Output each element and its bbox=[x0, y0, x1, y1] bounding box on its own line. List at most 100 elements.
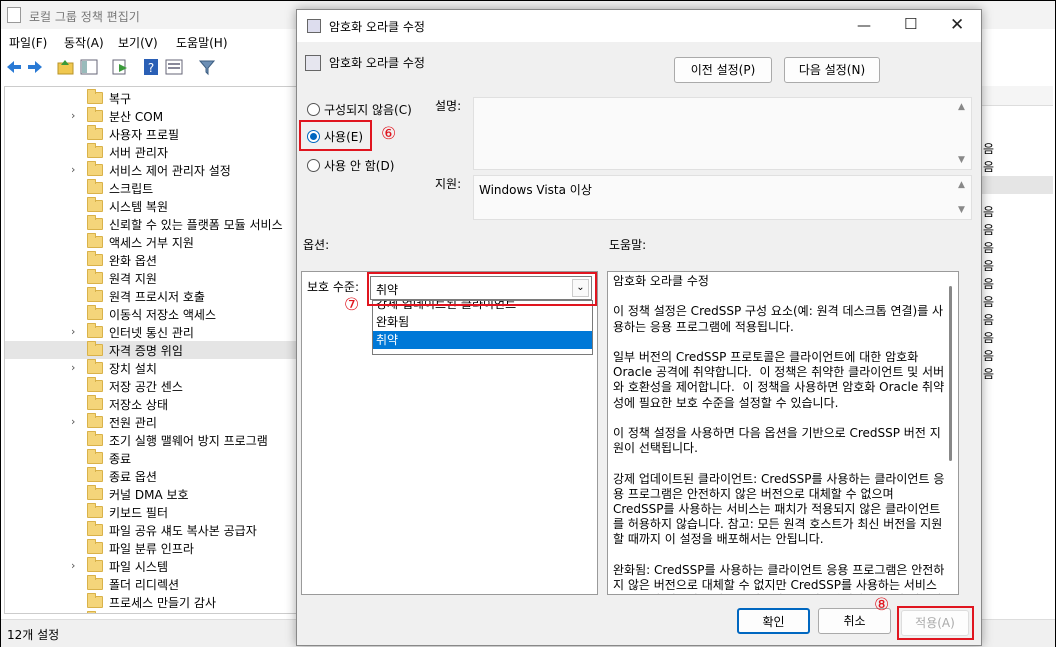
help-scrollbar[interactable] bbox=[944, 272, 958, 594]
tree-item-label: 폴더 리디렉션 bbox=[109, 578, 180, 592]
tree-item-label: 원격 프로시저 호출 bbox=[109, 290, 205, 304]
tree-item[interactable]: 원격 지원 bbox=[5, 269, 297, 287]
tree-item-label: 커널 DMA 보호 bbox=[109, 488, 189, 502]
tree-item-label: 서버 관리자 bbox=[109, 146, 169, 160]
options-label: 옵션: bbox=[303, 238, 330, 252]
tree-item[interactable]: 신뢰할 수 있는 플랫폼 모듈 서비스 bbox=[5, 215, 297, 233]
tree-item[interactable]: 자격 증명 위임 bbox=[5, 341, 297, 359]
tree-item[interactable]: › 전원 관리 bbox=[5, 413, 297, 431]
tree-item[interactable]: › 장치 설치 bbox=[5, 359, 297, 377]
tree-item-label: 저장 공간 센스 bbox=[109, 380, 183, 394]
tree-item[interactable]: › 파일 시스템 bbox=[5, 557, 297, 575]
tree-item-label: 파일 분류 인프라 bbox=[109, 542, 194, 556]
dialog-header-title: 암호화 오라클 수정 bbox=[329, 56, 425, 70]
menu-view[interactable]: 보기(V) bbox=[118, 34, 158, 51]
chevron-right-icon[interactable]: › bbox=[71, 361, 75, 374]
radio-disabled[interactable] bbox=[307, 159, 320, 172]
tree-item[interactable]: 사용자 프로필 bbox=[5, 125, 297, 143]
tree-item-label: 시작 메뉴 및 작업 표시줄 bbox=[109, 612, 235, 613]
previous-setting-button[interactable]: 이전 설정(P) bbox=[674, 57, 772, 83]
tree-item-label: 스크립트 bbox=[109, 182, 154, 196]
next-setting-button[interactable]: 다음 설정(N) bbox=[784, 57, 880, 83]
tree-item[interactable]: 스크립트 bbox=[5, 179, 297, 197]
filter-icon[interactable] bbox=[198, 58, 216, 76]
settings-list-state-cell: 음 bbox=[983, 241, 995, 255]
tree-item[interactable]: 완화 옵션 bbox=[5, 251, 297, 269]
tree-item[interactable]: 이동식 저장소 액세스 bbox=[5, 305, 297, 323]
folder-icon bbox=[87, 377, 103, 392]
tree-item-label: 전원 관리 bbox=[109, 416, 157, 430]
dropdown-option-mitigated[interactable]: 완화됨 bbox=[373, 313, 592, 331]
tree-item[interactable]: 원격 프로시저 호출 bbox=[5, 287, 297, 305]
comment-scrollbar[interactable]: ▲ ▼ bbox=[956, 99, 970, 168]
close-button[interactable]: ✕ bbox=[950, 15, 964, 35]
toolbar: ? bbox=[1, 55, 301, 79]
chevron-right-icon[interactable]: › bbox=[71, 325, 75, 338]
comment-field[interactable]: ▲ ▼ bbox=[473, 97, 972, 170]
tree-item[interactable]: 종료 옵션 bbox=[5, 467, 297, 485]
tree-item-label: 시스템 복원 bbox=[109, 200, 169, 214]
supported-on-label: 지원: bbox=[435, 177, 462, 191]
tree-item[interactable]: 저장소 상태 bbox=[5, 395, 297, 413]
tree-item[interactable]: 키보드 필터 bbox=[5, 503, 297, 521]
up-folder-icon[interactable] bbox=[57, 58, 75, 76]
tree-item[interactable]: 파일 공유 섀도 복사본 공급자 bbox=[5, 521, 297, 539]
folder-icon bbox=[87, 143, 103, 158]
highlight-box-enabled bbox=[299, 120, 372, 151]
folder-icon bbox=[87, 485, 103, 500]
folder-icon bbox=[87, 197, 103, 212]
tree-item-label: 파일 시스템 bbox=[109, 560, 169, 574]
chevron-right-icon[interactable]: › bbox=[71, 613, 75, 614]
tree-item[interactable]: 시스템 복원 bbox=[5, 197, 297, 215]
tree-item[interactable]: 프로세스 만들기 감사 bbox=[5, 593, 297, 611]
tree-item-label: 장치 설치 bbox=[109, 362, 157, 376]
policy-tree[interactable]: 복구 › 분산 COM 사용자 프로필서버 관리자 › 서비스 제어 관리자 설정스크립트… bbox=[4, 86, 298, 614]
ok-button[interactable]: 확인 bbox=[737, 608, 810, 634]
tree-item-label: 종료 옵션 bbox=[109, 470, 157, 484]
tree-item[interactable]: 종료 bbox=[5, 449, 297, 467]
tree-item[interactable]: 액세스 거부 지원 bbox=[5, 233, 297, 251]
settings-list-state-cell: 음 bbox=[983, 367, 995, 381]
tree-item[interactable]: › 분산 COM bbox=[5, 107, 297, 125]
tree-item[interactable]: › 인터넷 통신 관리 bbox=[5, 323, 297, 341]
dropdown-option-vulnerable[interactable]: 취약 bbox=[373, 331, 592, 349]
menu-file[interactable]: 파일(F) bbox=[9, 34, 47, 51]
tree-item[interactable]: › 시작 메뉴 및 작업 표시줄 bbox=[5, 611, 297, 614]
folder-icon bbox=[87, 449, 103, 464]
back-icon[interactable] bbox=[5, 58, 23, 76]
protection-level-dropdown: 강제 업데이트된 클라이언트 완화됨 취약 bbox=[372, 300, 593, 355]
tree-item-label: 액세스 거부 지원 bbox=[109, 236, 194, 250]
chevron-right-icon[interactable]: › bbox=[71, 163, 75, 176]
folder-icon bbox=[87, 503, 103, 518]
tree-item[interactable]: 복구 bbox=[5, 89, 297, 107]
tree-item-label: 종료 bbox=[109, 452, 132, 466]
radio-not-configured[interactable] bbox=[307, 103, 320, 116]
maximize-button[interactable]: ☐ bbox=[904, 15, 917, 33]
supported-scrollbar[interactable]: ▲ ▼ bbox=[956, 177, 970, 218]
tree-item[interactable]: › 서비스 제어 관리자 설정 bbox=[5, 161, 297, 179]
help-scrollbar-thumb[interactable] bbox=[949, 286, 952, 461]
tree-item[interactable]: 파일 분류 인프라 bbox=[5, 539, 297, 557]
tree-item[interactable]: 조기 실행 맬웨어 방지 프로그램 bbox=[5, 431, 297, 449]
minimize-button[interactable]: — bbox=[857, 18, 871, 34]
menu-help[interactable]: 도움말(H) bbox=[176, 34, 228, 51]
tree-item[interactable]: 폴더 리디렉션 bbox=[5, 575, 297, 593]
tree-item[interactable]: 서버 관리자 bbox=[5, 143, 297, 161]
settings-list-state-cell: 음 bbox=[983, 331, 995, 345]
folder-icon bbox=[87, 539, 103, 554]
forward-icon[interactable] bbox=[26, 58, 44, 76]
tree-item[interactable]: 커널 DMA 보호 bbox=[5, 485, 297, 503]
tree-item[interactable]: 저장 공간 센스 bbox=[5, 377, 297, 395]
policy-icon bbox=[307, 19, 321, 33]
folder-icon bbox=[87, 107, 103, 122]
menu-action[interactable]: 동작(A) bbox=[64, 34, 104, 51]
show-hide-tree-icon[interactable] bbox=[80, 58, 98, 76]
chevron-right-icon[interactable]: › bbox=[71, 559, 75, 572]
protection-level-label: 보호 수준: bbox=[307, 280, 360, 294]
folder-icon bbox=[87, 413, 103, 428]
properties-icon[interactable] bbox=[165, 58, 183, 76]
chevron-right-icon[interactable]: › bbox=[71, 109, 75, 122]
help-icon[interactable]: ? bbox=[142, 58, 160, 76]
chevron-right-icon[interactable]: › bbox=[71, 415, 75, 428]
export-list-icon[interactable] bbox=[111, 58, 129, 76]
